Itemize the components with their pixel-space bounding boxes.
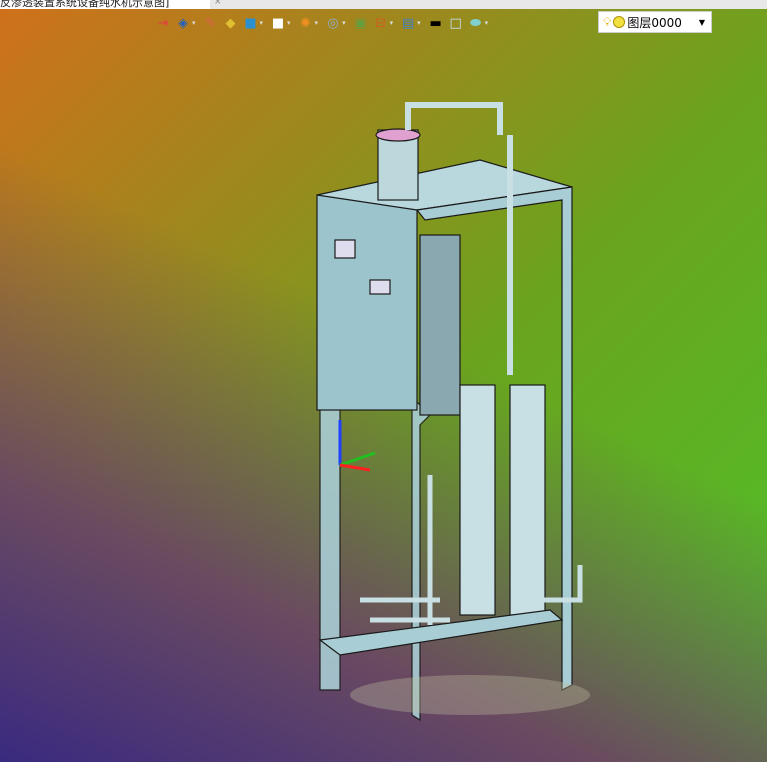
view-toolbar: ⇥ ◈ ▾ ✎ ◆ ■ ▾ ■ ▾ ✺ ▾ ◎ ▾ ▣ ⊟ ▾ ▤ ▾ ▬ □ ⬬ ▾: [155, 12, 491, 34]
layer-name: 图层0000: [627, 15, 682, 30]
tab-title: 反渗透装置系统设备纯水机示意图]: [0, 0, 170, 9]
chevron-down-icon[interactable]: ▾: [342, 19, 346, 27]
cube-icon[interactable]: ■: [243, 15, 259, 31]
fit-icon[interactable]: ▣: [353, 15, 369, 31]
sun-icon[interactable]: [613, 16, 626, 28]
view-icon[interactable]: ◈: [175, 15, 191, 31]
chevron-down-icon[interactable]: ▾: [287, 19, 291, 27]
dimension-icon[interactable]: ⊟: [373, 15, 389, 31]
shade-icon[interactable]: ◆: [223, 15, 239, 31]
chevron-down-icon[interactable]: ▾: [192, 19, 196, 27]
chevron-down-icon[interactable]: ▾: [390, 19, 394, 27]
layer-surface-icon[interactable]: ⬬: [468, 15, 484, 31]
chevron-down-icon[interactable]: ▾: [315, 19, 319, 27]
exit-icon[interactable]: ⇥: [155, 15, 171, 31]
lightbulb-icon[interactable]: 💡︎: [603, 15, 611, 30]
chevron-down-icon[interactable]: ▾: [485, 19, 489, 27]
white-cube-icon[interactable]: ■: [270, 15, 286, 31]
zoom-icon[interactable]: ◎: [325, 15, 341, 31]
brush-icon[interactable]: ✎: [203, 15, 219, 31]
fill-color-icon[interactable]: □: [448, 15, 464, 31]
chevron-down-icon[interactable]: ▼: [699, 18, 705, 27]
tab-bar: 反渗透装置系统设备纯水机示意图] ×: [0, 0, 767, 9]
tab-close-button[interactable]: ×: [214, 0, 222, 7]
chevron-down-icon[interactable]: ▾: [260, 19, 264, 27]
document-tab[interactable]: 反渗透装置系统设备纯水机示意图]: [0, 0, 210, 9]
chevron-down-icon[interactable]: ▾: [417, 19, 421, 27]
display-icon[interactable]: ▤: [400, 15, 416, 31]
ro-unit-3d-model[interactable]: [300, 95, 620, 735]
section-icon[interactable]: ✺: [298, 15, 314, 31]
layer-select[interactable]: 💡︎ 图层0000 ▼: [598, 11, 712, 33]
line-icon[interactable]: ▬: [428, 15, 444, 31]
